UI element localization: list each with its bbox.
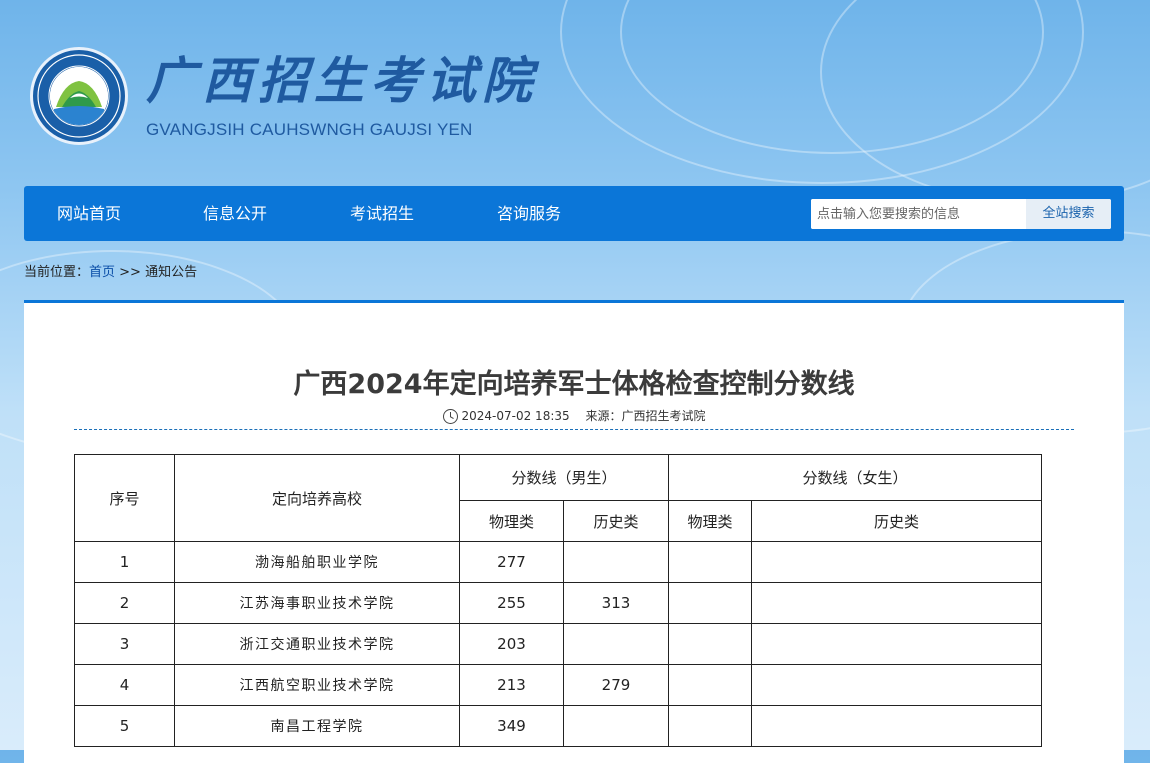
cell-female-physics bbox=[668, 623, 752, 665]
cell-school: 江苏海事职业技术学院 bbox=[174, 582, 460, 624]
cell-female-history bbox=[751, 705, 1042, 747]
cell-no: 4 bbox=[74, 664, 175, 706]
cell-female-physics bbox=[668, 541, 752, 583]
cell-no: 5 bbox=[74, 705, 175, 747]
header-female-physics: 物理类 bbox=[668, 500, 752, 542]
cell-female-history bbox=[751, 582, 1042, 624]
site-logo-emblem[interactable] bbox=[30, 47, 128, 145]
cell-female-physics bbox=[668, 582, 752, 624]
nav-home[interactable]: 网站首页 bbox=[57, 186, 121, 241]
cell-no: 2 bbox=[74, 582, 175, 624]
breadcrumb-home-link[interactable]: 首页 bbox=[89, 265, 115, 280]
header-male-history: 历史类 bbox=[563, 500, 669, 542]
table-row: 2 江苏海事职业技术学院 255 313 bbox=[74, 582, 1042, 624]
header-index: 序号 bbox=[74, 454, 175, 542]
cell-male-history bbox=[563, 705, 669, 747]
cell-no: 3 bbox=[74, 623, 175, 665]
cell-female-history bbox=[751, 664, 1042, 706]
nav-consulting[interactable]: 咨询服务 bbox=[497, 186, 561, 241]
cell-female-physics bbox=[668, 664, 752, 706]
search-input[interactable] bbox=[811, 199, 1025, 229]
article-source-label: 来源： bbox=[585, 409, 622, 423]
article-date: 2024-07-02 18:35 bbox=[461, 409, 570, 423]
score-table: 序号 定向培养高校 分数线（男生） 分数线（女生） 物理类 历史类 物理类 历史… bbox=[74, 454, 1042, 747]
cell-school: 渤海船舶职业学院 bbox=[174, 541, 460, 583]
cell-school: 江西航空职业技术学院 bbox=[174, 664, 460, 706]
site-name-chinese: 广西招生考试院 bbox=[146, 51, 538, 110]
cell-school: 南昌工程学院 bbox=[174, 705, 460, 747]
cell-no: 1 bbox=[74, 541, 175, 583]
table-row: 5 南昌工程学院 349 bbox=[74, 705, 1042, 747]
article-source: 广西招生考试院 bbox=[621, 409, 706, 423]
site-name-english: GVANGJSIH CAUHSWNGH GAUJSI YEN bbox=[146, 120, 473, 139]
article-panel: 广西2024年定向培养军士体格检查控制分数线 2024-07-02 18:35 … bbox=[24, 300, 1124, 763]
emblem-mountain-icon bbox=[50, 67, 108, 125]
search-button[interactable]: 全站搜索 bbox=[1026, 199, 1111, 229]
breadcrumb-prefix: 当前位置： bbox=[24, 265, 90, 280]
cell-male-physics: 213 bbox=[459, 664, 564, 706]
cell-male-physics: 277 bbox=[459, 541, 564, 583]
cell-male-history: 313 bbox=[563, 582, 669, 624]
breadcrumb-current: 通知公告 bbox=[145, 265, 198, 280]
breadcrumb: 当前位置：首页 >> 通知公告 bbox=[24, 261, 197, 280]
cell-male-physics: 349 bbox=[459, 705, 564, 747]
cell-female-history bbox=[751, 541, 1042, 583]
table-row: 1 渤海船舶职业学院 277 bbox=[74, 541, 1042, 583]
article-title: 广西2024年定向培养军士体格检查控制分数线 bbox=[293, 369, 855, 400]
cell-male-history bbox=[563, 541, 669, 583]
header-female-history: 历史类 bbox=[751, 500, 1042, 542]
table-row: 3 浙江交通职业技术学院 203 bbox=[74, 623, 1042, 665]
nav-info-disclosure[interactable]: 信息公开 bbox=[203, 186, 267, 241]
search-box: 全站搜索 bbox=[811, 199, 1111, 229]
clock-icon bbox=[442, 409, 458, 424]
article-meta: 2024-07-02 18:35 来源：广西招生考试院 bbox=[24, 407, 1124, 424]
cell-male-history: 279 bbox=[563, 664, 669, 706]
title-divider bbox=[74, 429, 1074, 430]
cell-male-physics: 255 bbox=[459, 582, 564, 624]
cell-female-history bbox=[751, 623, 1042, 665]
breadcrumb-separator: >> bbox=[115, 265, 146, 280]
cell-male-history bbox=[563, 623, 669, 665]
nav-exams-admissions[interactable]: 考试招生 bbox=[350, 186, 414, 241]
cell-school: 浙江交通职业技术学院 bbox=[174, 623, 460, 665]
header-male-group: 分数线（男生） bbox=[459, 454, 669, 501]
header-female-group: 分数线（女生） bbox=[668, 454, 1042, 501]
table-header-row: 序号 定向培养高校 分数线（男生） 分数线（女生） bbox=[74, 454, 1042, 542]
cell-female-physics bbox=[668, 705, 752, 747]
table-row: 4 江西航空职业技术学院 213 279 bbox=[74, 664, 1042, 706]
cell-male-physics: 203 bbox=[459, 623, 564, 665]
header-male-physics: 物理类 bbox=[459, 500, 564, 542]
header-school: 定向培养高校 bbox=[174, 454, 460, 542]
main-nav: 网站首页 信息公开 考试招生 咨询服务 全站搜索 bbox=[24, 186, 1124, 241]
site-header: 广西招生考试院 GVANGJSIH CAUHSWNGH GAUJSI YEN bbox=[0, 0, 1150, 185]
